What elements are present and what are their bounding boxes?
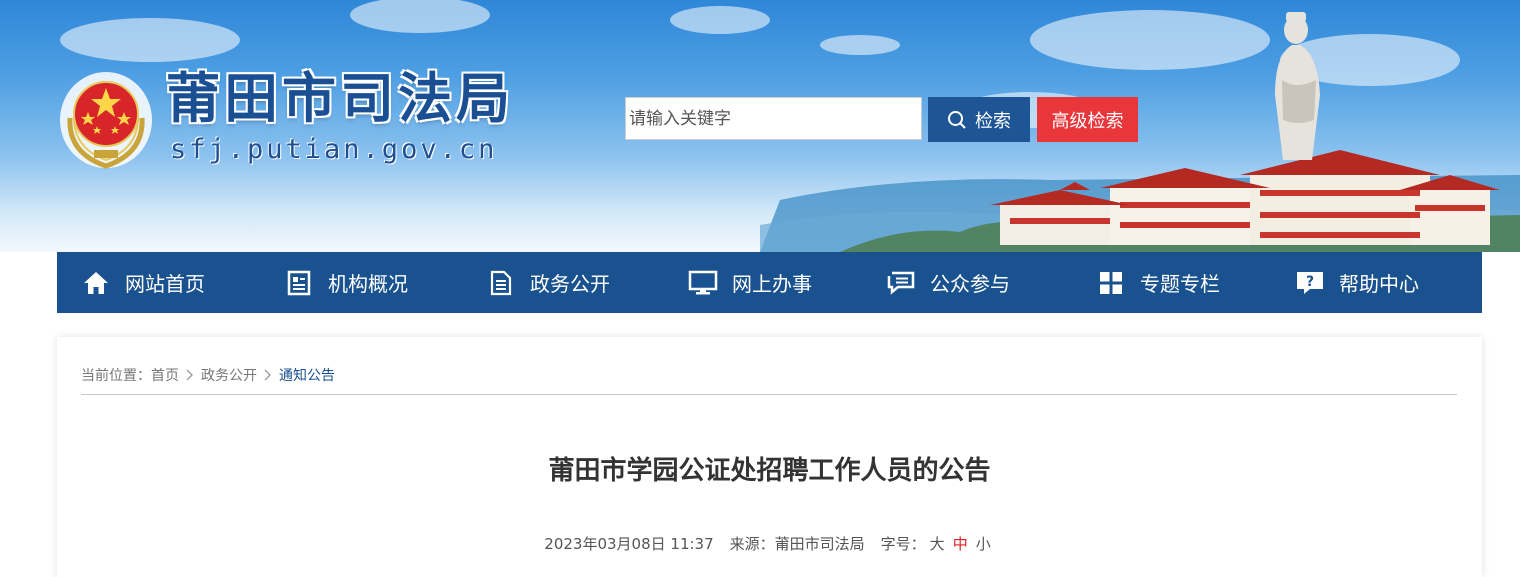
site-domain: sfj.putian.gov.cn (170, 134, 498, 165)
font-size-large[interactable]: 大 (930, 535, 945, 553)
breadcrumb-public-affairs[interactable]: 政务公开 (201, 365, 257, 385)
nav-item-overview[interactable]: 机构概况 (284, 252, 408, 313)
nav-item-label: 机构概况 (328, 272, 408, 296)
justice-emblem-logo (58, 68, 154, 170)
monitor-icon (688, 268, 718, 298)
source-value: 莆田市司法局 (774, 535, 865, 553)
nav-item-online-services[interactable]: 网上办事 (688, 252, 812, 313)
breadcrumb-notices[interactable]: 通知公告 (279, 365, 335, 385)
breadcrumb: 当前位置： 首页 政务公开 通知公告 (81, 365, 335, 385)
nav-item-label: 帮助中心 (1339, 272, 1419, 296)
publish-date: 2023年03月08日 11:37 (544, 535, 714, 553)
nav-item-public-affairs[interactable]: 政务公开 (486, 252, 610, 313)
search-input[interactable] (625, 97, 922, 140)
main-navigation: 网站首页 机构概况 政务公开 网上办事 公众参与 专题专栏 ? 帮助中心 (57, 252, 1482, 313)
chevron-right-icon (186, 369, 194, 381)
home-icon (81, 268, 111, 298)
advanced-search-button[interactable]: 高级检索 (1037, 97, 1138, 142)
article-title: 莆田市学园公证处招聘工作人员的公告 (548, 456, 991, 486)
nav-item-label: 专题专栏 (1140, 272, 1220, 296)
nav-item-special-topics[interactable]: 专题专栏 (1096, 252, 1220, 313)
article-meta: 2023年03月08日 11:37 来源：莆田市司法局 字号：大中小 (57, 533, 1482, 554)
font-size-label: 字号： (880, 535, 926, 553)
nav-item-home[interactable]: 网站首页 (81, 252, 205, 313)
nav-item-label: 政务公开 (530, 272, 610, 296)
nav-item-label: 公众参与 (930, 272, 1010, 296)
font-size-medium[interactable]: 中 (953, 535, 968, 553)
document-list-icon (284, 268, 314, 298)
search-button-label: 检索 (975, 110, 1011, 132)
font-size-small[interactable]: 小 (976, 535, 991, 553)
search-icon (947, 110, 967, 130)
grid-icon (1096, 268, 1126, 298)
article-card: 当前位置： 首页 政务公开 通知公告 莆田市学园公证处招聘工作人员的公告 202… (57, 337, 1482, 577)
breadcrumb-home[interactable]: 首页 (151, 365, 179, 385)
help-icon: ? (1295, 268, 1325, 298)
file-icon (486, 268, 516, 298)
site-title: 莆田市司法局 (166, 67, 514, 130)
nav-item-label: 网上办事 (732, 272, 812, 296)
header-banner: 莆田市司法局 sfj.putian.gov.cn 检索 高级检索 (0, 0, 1520, 252)
source-label: 来源： (729, 535, 775, 553)
breadcrumb-prefix: 当前位置： (81, 368, 151, 384)
search-button[interactable]: 检索 (928, 97, 1030, 142)
svg-text:?: ? (1306, 274, 1314, 290)
nav-item-public-participation[interactable]: 公众参与 (886, 252, 1010, 313)
chevron-right-icon (264, 369, 272, 381)
nav-item-help-center[interactable]: ? 帮助中心 (1295, 252, 1419, 313)
chat-icon (886, 268, 916, 298)
nav-item-label: 网站首页 (125, 272, 205, 296)
breadcrumb-divider (81, 394, 1457, 395)
